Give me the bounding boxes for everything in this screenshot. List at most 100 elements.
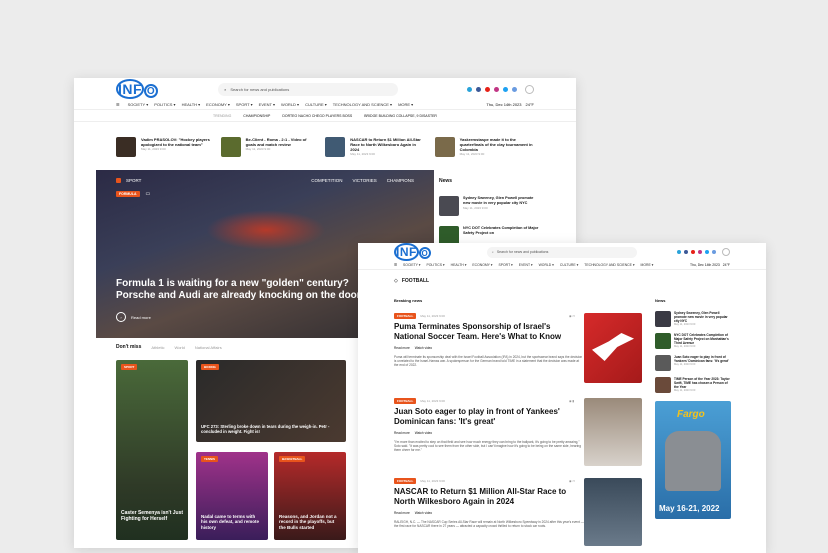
search-input[interactable]: ⌕ Search for news and publications <box>486 246 637 258</box>
bookmark-icon[interactable]: ◉ ▮ <box>569 399 574 403</box>
tag-icon: ◇ <box>394 278 398 284</box>
main-nav: ☰ SOCIETY ▾ POLITICS ▾ HEALTH ▾ ECONOMY … <box>74 100 576 110</box>
nav-politics[interactable]: POLITICS ▾ <box>427 263 445 267</box>
nav-culture[interactable]: CULTURE ▾ <box>305 102 327 107</box>
ticker-item[interactable]: Yaskremstaspe made it to the quarterfina… <box>434 137 534 157</box>
article-title[interactable]: Juan Soto eager to play in front of Yank… <box>394 407 584 427</box>
ticker-thumb <box>220 137 241 157</box>
news-thumb <box>655 377 671 393</box>
bookmark-icon[interactable]: ◉ ▭ <box>569 479 575 483</box>
menu-icon[interactable]: ☰ <box>116 102 120 107</box>
hero-tab-champions[interactable]: CHAMPIONS <box>387 178 414 183</box>
nav-technology[interactable]: TECHNOLOGY AND SCIENCE ▾ <box>584 263 634 267</box>
tab-world[interactable]: World <box>174 345 184 350</box>
nav-sport[interactable]: SPORT ▾ <box>499 263 513 267</box>
article[interactable]: FOOTBALL May 11, 2023 9:00 ◉ ▭ NASCAR to R… <box>394 478 646 546</box>
nav-technology[interactable]: TECHNOLOGY AND SCIENCE ▾ <box>333 102 392 107</box>
page-title: ◇ FOOTBALL <box>394 278 430 284</box>
dont-miss-card[interactable]: SPORT Caster Semenya isn't Just Fighting… <box>116 360 188 540</box>
nav-culture[interactable]: CULTURE ▾ <box>560 263 578 267</box>
nav-more[interactable]: MORE ▾ <box>641 263 654 267</box>
facebook-icon[interactable] <box>476 86 481 92</box>
news-item[interactable]: NYC DOT Celebrates Completion of Major S… <box>655 333 731 349</box>
news-sidebar: News Sydney Sweeney, Glen Powell promote… <box>652 295 734 553</box>
hero-tab-victories[interactable]: VICTORIES <box>353 178 377 183</box>
logo[interactable]: INF O <box>116 79 159 99</box>
bookmark-icon[interactable]: ▭ <box>146 191 151 197</box>
sport-icon <box>116 178 121 183</box>
article-title[interactable]: Puma Terminates Sponsorship of Israel's … <box>394 322 584 342</box>
instagram-icon[interactable] <box>698 250 702 254</box>
bookmark-icon[interactable]: ◉ ▭ <box>569 314 575 318</box>
nav-event[interactable]: EVENT ▾ <box>519 263 533 267</box>
nav-economy[interactable]: ECONOMY ▾ <box>472 263 492 267</box>
advertisement-banner[interactable]: Fargo May 16-21, 2022 <box>655 401 731 519</box>
trending-item[interactable]: CHAMPIONSHIP <box>243 114 270 118</box>
nav-economy[interactable]: ECONOMY ▾ <box>206 102 230 107</box>
nav-world[interactable]: WORLD ▾ <box>539 263 554 267</box>
dont-miss-card[interactable]: TENNIS Nadal came to terms with his own … <box>196 452 268 540</box>
read-more-link[interactable]: › Read more <box>116 312 151 322</box>
nav-world[interactable]: WORLD ▾ <box>281 102 299 107</box>
article-image <box>584 313 642 383</box>
vk-icon[interactable] <box>512 86 517 92</box>
read-more-link[interactable]: Read more <box>394 346 410 350</box>
nav-politics[interactable]: POLITICS ▾ <box>154 102 175 107</box>
race-car-image <box>206 210 326 250</box>
watch-video-button[interactable]: Watch video <box>415 431 432 435</box>
article[interactable]: FOOTBALL May 11, 2023 9:00 ◉ ▭ Puma Termin… <box>394 313 646 383</box>
ticker-item[interactable]: Vadim PRASOLOV: "Hockey players apologiz… <box>116 137 211 157</box>
nav-more[interactable]: MORE ▾ <box>398 102 413 107</box>
read-more-link[interactable]: Read more <box>394 431 410 435</box>
menu-icon[interactable]: ☰ <box>394 263 397 267</box>
logo[interactable]: INF O <box>394 243 431 261</box>
vk-icon[interactable] <box>712 250 716 254</box>
nav-society[interactable]: SOCIETY ▾ <box>403 263 420 267</box>
news-item[interactable]: Sydney Sweeney, Glen Powell promote new … <box>439 196 539 216</box>
watch-video-button[interactable]: Watch video <box>415 511 432 515</box>
tab-athletic[interactable]: Athletic <box>151 345 164 350</box>
nav-society[interactable]: SOCIETY ▾ <box>128 102 149 107</box>
hoodie-image <box>665 431 721 491</box>
tab-national-affairs[interactable]: National Affairs <box>195 345 222 350</box>
news-item[interactable]: Sydney Sweeney, Glen Powell promote new … <box>655 311 731 327</box>
social-icons <box>677 248 730 256</box>
article-title[interactable]: NASCAR to Return $1 Million All-Star Rac… <box>394 487 584 507</box>
facebook-icon[interactable] <box>684 250 688 254</box>
youtube-icon[interactable] <box>485 86 490 92</box>
hero-headline[interactable]: Formula 1 is waiting for a new "golden" … <box>116 278 366 302</box>
nav-health[interactable]: HEALTH ▾ <box>182 102 201 107</box>
watch-video-button[interactable]: Watch video <box>415 346 432 350</box>
instagram-icon[interactable] <box>494 86 499 92</box>
news-thumb <box>655 311 671 327</box>
ticker-item[interactable]: Be-Client - Roma - 2:1 - Video of goals … <box>220 137 316 157</box>
read-more-link[interactable]: Read more <box>394 511 410 515</box>
twitter-icon[interactable] <box>503 86 508 92</box>
dont-miss-card[interactable]: BOXING UFC 273: Sterling broke down in t… <box>196 360 346 442</box>
telegram-icon[interactable] <box>677 250 681 254</box>
user-icon[interactable] <box>722 248 730 256</box>
article[interactable]: FOOTBALL May 11, 2023 9:00 ◉ ▮ Juan Soto e… <box>394 398 646 466</box>
search-icon: ⌕ <box>491 250 494 254</box>
news-item[interactable]: TIME Person of the Year 2023: Taylor Swi… <box>655 377 731 393</box>
news-item[interactable]: Juan Soto eager to play in front of Yank… <box>655 355 731 371</box>
telegram-icon[interactable] <box>467 86 472 92</box>
ticker-item[interactable]: NASCAR to Return $1 Million All-Star Rac… <box>325 137 424 157</box>
news-thumb <box>655 355 671 371</box>
dont-miss-card[interactable]: BASKETBALL Reasons, and Jordan not a rec… <box>274 452 346 540</box>
nav-event[interactable]: EVENT ▾ <box>259 102 275 107</box>
search-input[interactable]: ⌕ Search for news and publications <box>218 82 399 96</box>
youtube-icon[interactable] <box>691 250 695 254</box>
arrow-right-icon: › <box>116 312 126 322</box>
hero-tab-competition[interactable]: COMPETITION <box>311 178 342 183</box>
weather: 24°F <box>722 263 730 267</box>
user-icon[interactable] <box>525 84 534 94</box>
trending-item[interactable]: DORTEO NACHO CHEGO PLAYERS BOSS <box>282 114 352 118</box>
front-browser-window: INF O ⌕ Search for news and publications ☰… <box>358 243 766 553</box>
trending-item[interactable]: BRIDGE BUILDING COLLAPSE, 9 DISASTER <box>364 114 437 118</box>
twitter-icon[interactable] <box>705 250 709 254</box>
nav-health[interactable]: HEALTH ▾ <box>451 263 467 267</box>
date: Thu, Dec 14th 2023 <box>690 263 720 267</box>
social-icons <box>467 84 534 94</box>
nav-sport[interactable]: SPORT ▾ <box>236 102 253 107</box>
